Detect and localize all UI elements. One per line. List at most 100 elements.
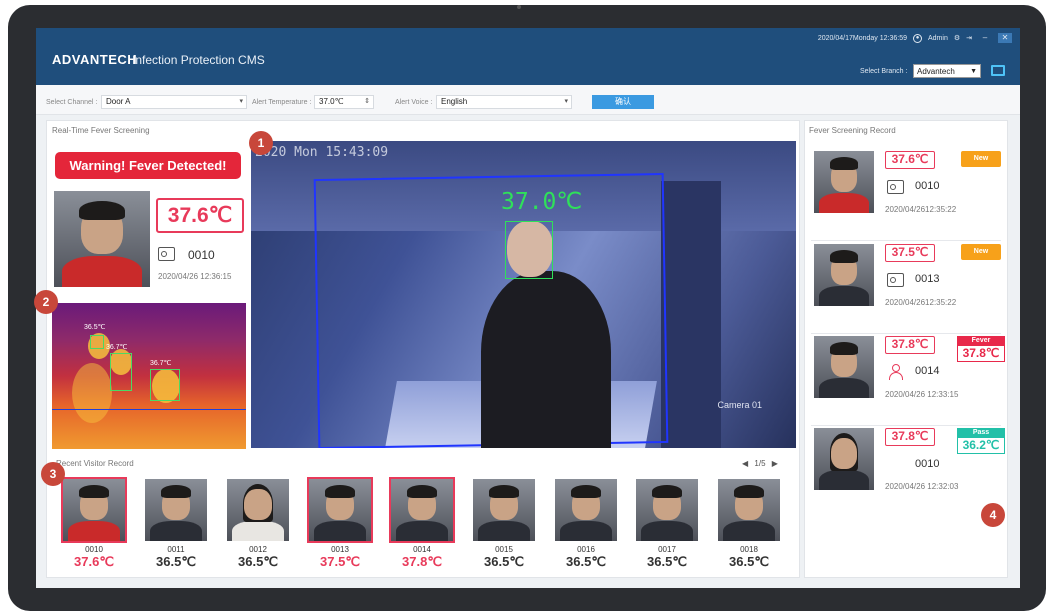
header-status-bar: 2020/04/17Monday 12:36:59 ● Admin ⚙ ⇥ – …: [818, 33, 1012, 43]
header-user[interactable]: Admin: [928, 35, 948, 42]
monitor-icon[interactable]: [991, 65, 1005, 76]
record-timestamp: 2020/04/26 12:32:03: [885, 482, 959, 491]
header-datetime: 2020/04/17Monday 12:36:59: [817, 34, 907, 42]
status-tag: Pass: [957, 428, 1005, 437]
realtime-title: Real-Time Fever Screening: [52, 126, 150, 135]
voice-value: English: [441, 97, 468, 106]
fever-record-title: Fever Screening Record: [809, 126, 896, 135]
visitor-id: 0015: [495, 545, 513, 554]
record-temp: 37.6℃: [885, 151, 935, 169]
fever-record-item[interactable]: 37.6℃ New 0010 2020/04/2612:35:22: [811, 151, 1001, 241]
callout-marker-1: 1: [249, 131, 273, 155]
stepper-icon[interactable]: ⇕: [364, 96, 370, 108]
id-card-icon: [158, 247, 175, 261]
brand-logo: ADVANTECH: [52, 52, 138, 67]
detected-face-photo: [54, 191, 150, 287]
new-badge: New: [961, 244, 1001, 260]
visitor-temp: 37.6℃: [74, 554, 114, 569]
app-header: 2020/04/17Monday 12:36:59 ● Admin ⚙ ⇥ – …: [36, 28, 1020, 85]
detected-id: 0010: [188, 248, 215, 262]
visitor-temp: 36.5℃: [484, 554, 524, 569]
record-temp: 37.5℃: [885, 244, 935, 262]
control-bar: Select Channel : Door A ▾ Alert Temperat…: [36, 85, 1020, 115]
settings-icon[interactable]: ⚙: [954, 34, 960, 42]
record-id: 0010: [915, 458, 940, 470]
visitor-id: 0012: [249, 545, 267, 554]
face-detection-box: [505, 221, 553, 279]
branch-select[interactable]: Advantech ▼: [913, 64, 981, 78]
minimize-button[interactable]: –: [978, 33, 992, 43]
live-camera-view[interactable]: 2020 Mon 15:43:09 37.0℃ Camera 01: [251, 141, 796, 448]
visitor-card[interactable]: 0011 36.5℃: [145, 479, 207, 570]
next-page-icon[interactable]: ▶: [772, 459, 778, 468]
chevron-down-icon: ▾: [239, 98, 243, 105]
alert-temp-value: 37.0℃: [319, 97, 344, 106]
alert-temp-stepper[interactable]: 37.0℃ ⇕: [314, 95, 374, 109]
visitor-id: 0014: [413, 545, 431, 554]
visitor-id: 0010: [85, 545, 103, 554]
visitor-card[interactable]: 0018 36.5℃: [718, 479, 780, 570]
record-id: 0010: [915, 180, 940, 192]
thermal-camera-view[interactable]: 36.5℃ 36.7℃ 36.7℃: [52, 303, 246, 449]
status-value: 37.8℃: [957, 345, 1005, 362]
thermal-label: 36.7℃: [106, 344, 128, 351]
visitor-id: 0011: [167, 545, 185, 554]
callout-marker-2: 2: [34, 290, 58, 314]
visitor-id: 0016: [577, 545, 595, 554]
visitor-temp: 37.8℃: [402, 554, 442, 569]
status-value: 36.2℃: [957, 437, 1005, 454]
status-tag: Fever: [957, 336, 1005, 345]
callout-marker-4: 4: [981, 503, 1005, 527]
visitor-card[interactable]: 0015 36.5℃: [473, 479, 535, 570]
logout-icon[interactable]: ⇥: [966, 34, 972, 42]
callout-marker-3: 3: [41, 462, 65, 486]
app-title: Infection Protection CMS: [132, 53, 265, 67]
chevron-down-icon: ▾: [564, 98, 568, 105]
visitor-card[interactable]: 0017 36.5℃: [636, 479, 698, 570]
visitor-card[interactable]: 0016 36.5℃: [555, 479, 617, 570]
record-timestamp: 2020/04/2612:35:22: [885, 205, 957, 214]
thermal-label: 36.7℃: [150, 360, 172, 367]
record-temp: 37.8℃: [885, 428, 935, 446]
id-card-icon: [887, 180, 904, 194]
visitor-id: 0018: [740, 545, 758, 554]
fever-record-item[interactable]: 37.5℃ New 0013 2020/04/2612:35:22: [811, 244, 1001, 334]
visitor-temp: 36.5℃: [729, 554, 769, 569]
record-temp: 37.8℃: [885, 336, 935, 354]
detected-timestamp: 2020/04/26 12:36:15: [158, 272, 232, 281]
visitor-card[interactable]: 0013 37.5℃: [307, 477, 373, 570]
detected-temperature: 37.6℃: [156, 198, 244, 233]
visitor-temp: 36.5℃: [647, 554, 687, 569]
camera-temperature: 37.0℃: [501, 189, 583, 215]
visitor-pager: ◀ 1/5 ▶: [742, 459, 778, 468]
pass-status-badge: Pass 36.2℃: [957, 428, 1005, 454]
visitor-card[interactable]: 0014 37.8℃: [389, 477, 455, 570]
confirm-button[interactable]: 确认: [592, 95, 654, 109]
app-window: 2020/04/17Monday 12:36:59 ● Admin ⚙ ⇥ – …: [36, 28, 1020, 588]
visitor-temp: 36.5℃: [238, 554, 278, 569]
voice-select[interactable]: English ▾: [436, 95, 572, 109]
fever-record-item[interactable]: 37.8℃ Pass 36.2℃ 0010 2020/04/26 12:32:0…: [811, 428, 1005, 518]
visitor-id: 0013: [331, 545, 349, 554]
channel-value: Door A: [106, 97, 131, 106]
camera-caption: Camera 01: [717, 400, 762, 410]
fever-status-badge: Fever 37.8℃: [957, 336, 1005, 362]
visitor-card[interactable]: 0012 36.5℃: [227, 479, 289, 570]
branch-label: Select Branch :: [860, 68, 908, 75]
camera-osd: 2020 Mon 15:43:09: [255, 145, 389, 160]
fever-warning-banner: Warning! Fever Detected!: [55, 152, 241, 179]
page-indicator: 1/5: [754, 459, 766, 468]
fever-record-item[interactable]: 37.8℃ Fever 37.8℃ 0014 2020/04/26 12:33:…: [811, 336, 1005, 426]
close-button[interactable]: ✕: [998, 33, 1012, 43]
channel-label: Select Channel :: [46, 99, 98, 106]
visitor-record-title: Recent Visitor Record: [56, 459, 134, 468]
prev-page-icon[interactable]: ◀: [742, 459, 748, 468]
user-icon: ●: [913, 33, 922, 43]
record-id: 0013: [915, 273, 940, 285]
visitor-temp: 36.5℃: [566, 554, 606, 569]
visitor-id: 0017: [658, 545, 676, 554]
record-id: 0014: [915, 365, 940, 377]
unknown-user-icon: [887, 364, 905, 380]
visitor-card[interactable]: 0010 37.6℃: [61, 477, 127, 570]
channel-select[interactable]: Door A ▾: [101, 95, 247, 109]
